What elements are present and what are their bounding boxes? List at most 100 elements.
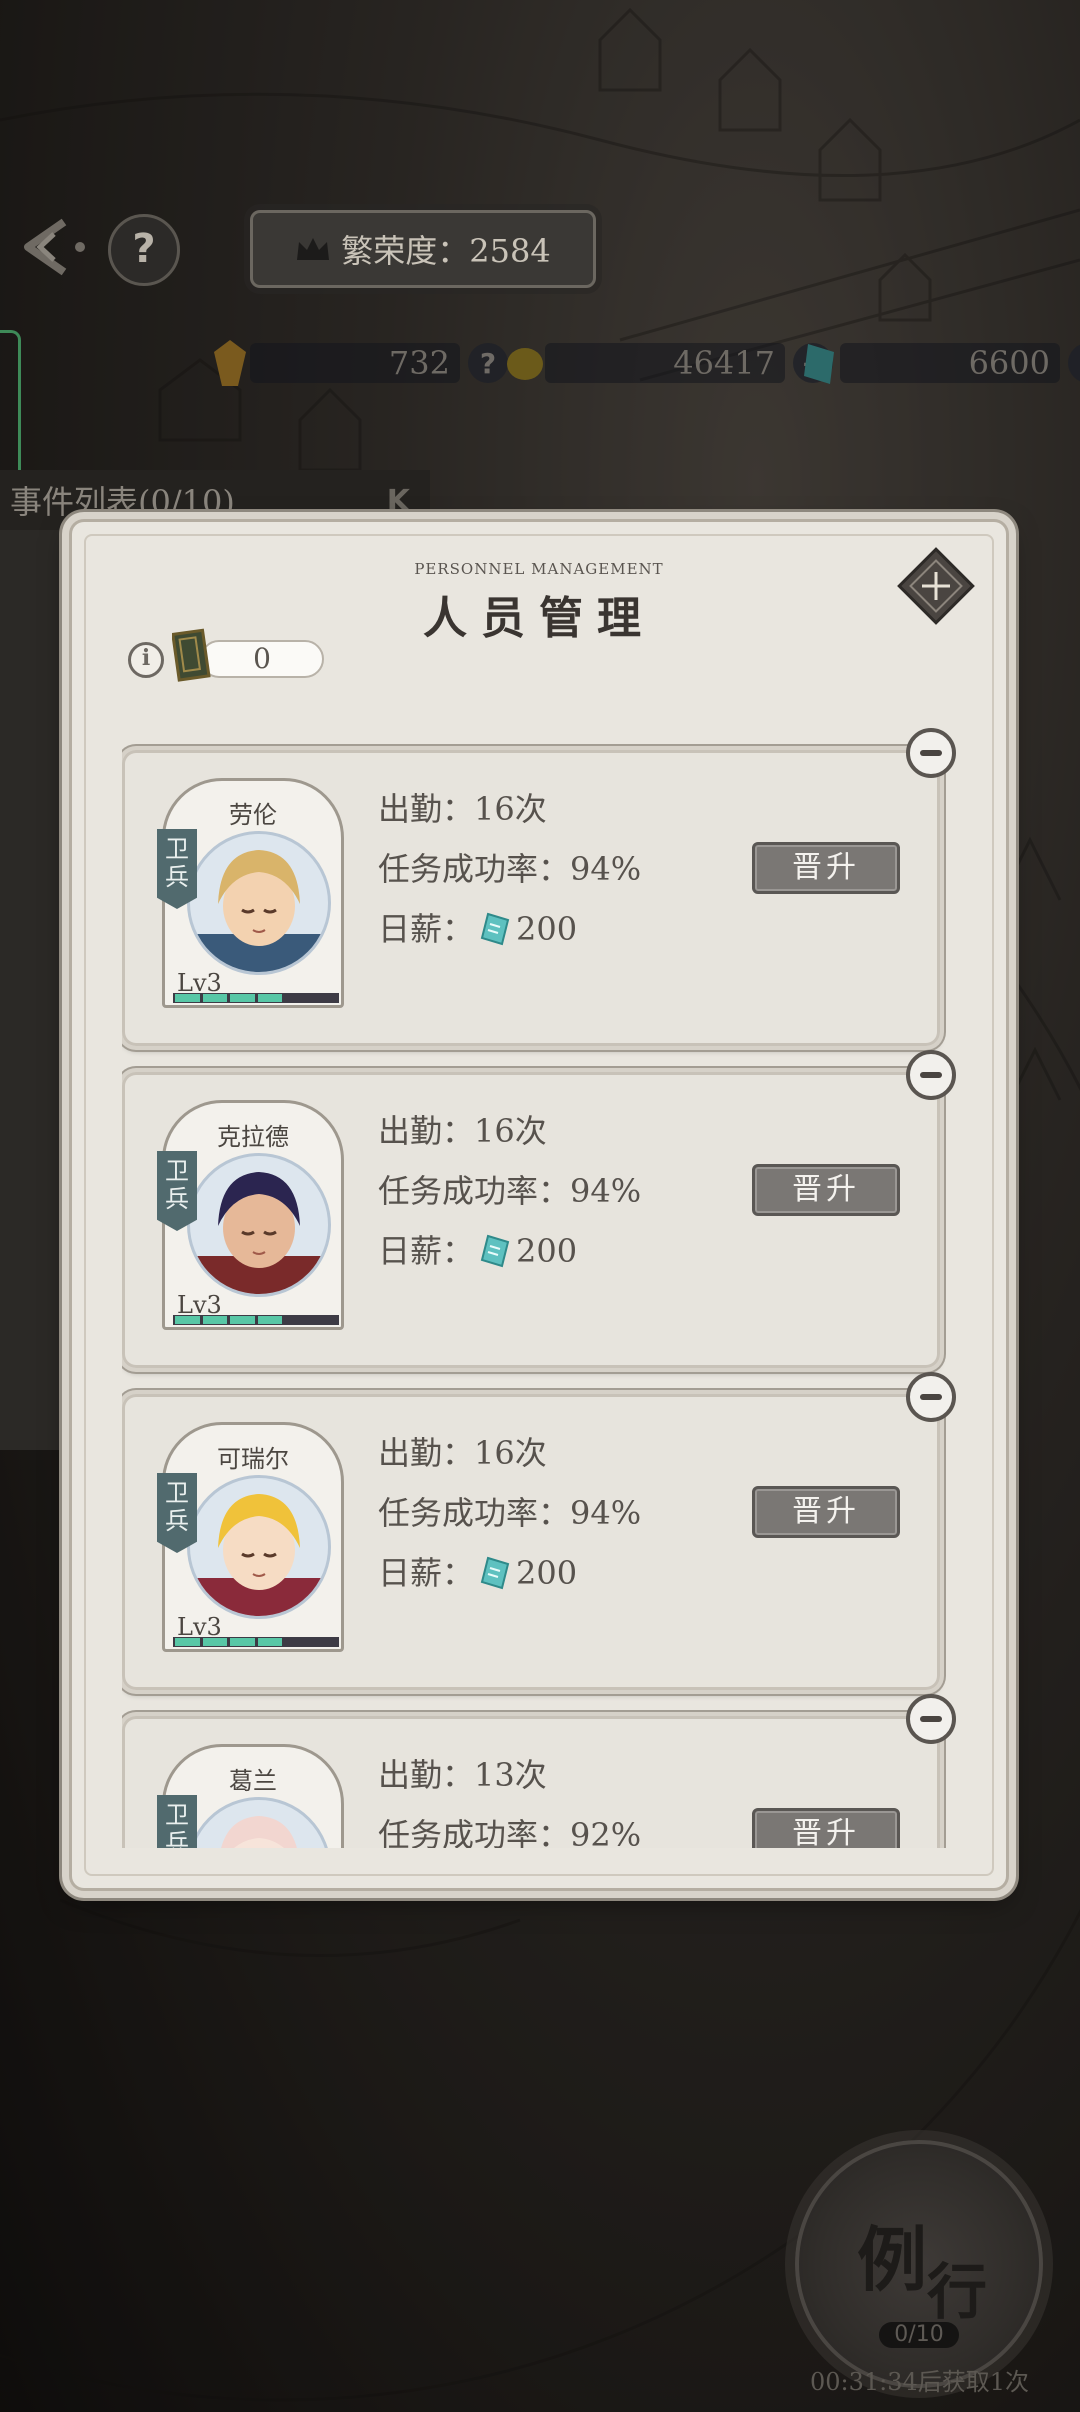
- character-face-icon: [190, 850, 328, 972]
- xp-bar: [173, 1637, 339, 1647]
- help-button[interactable]: ?: [108, 214, 180, 286]
- success-rate-stat: 任务成功率：94%: [378, 850, 642, 888]
- attendance-stat: 出勤：13次: [378, 1756, 547, 1794]
- personnel-management-dialog: PERSONNEL MANAGEMENT 人员管理 i 0 劳伦 卫兵 Lv3 …: [72, 522, 1006, 1888]
- xp-segment: [202, 1316, 227, 1324]
- ticket-help-button[interactable]: ?: [1068, 343, 1080, 383]
- success-rate-stat: 任务成功率：94%: [378, 1172, 642, 1210]
- event-list-label: 事件列表(0/10): [10, 483, 235, 521]
- ticket-icon: [480, 912, 510, 946]
- remove-personnel-button[interactable]: [906, 1372, 956, 1422]
- promote-button[interactable]: 晋升: [752, 842, 900, 894]
- salary-value: 200: [516, 1554, 578, 1592]
- gold-value: 46417: [673, 344, 775, 382]
- remove-personnel-button[interactable]: [906, 1050, 956, 1100]
- close-button[interactable]: [896, 546, 976, 626]
- attendance-stat: 出勤：16次: [378, 1112, 547, 1150]
- gem-icon: [214, 340, 246, 386]
- character-portrait: [187, 1153, 331, 1297]
- personnel-name: 葛兰: [229, 1767, 277, 1795]
- book-icon: [172, 628, 211, 682]
- success-rate-stat: 任务成功率：94%: [378, 1494, 642, 1532]
- character-face-icon: [190, 1172, 328, 1294]
- book-counter: 0: [200, 640, 324, 678]
- salary-stat: 日薪： 200: [378, 904, 577, 950]
- collapse-icon[interactable]: K: [387, 484, 410, 519]
- routine-count: 0/10: [879, 2322, 959, 2348]
- personnel-card: 可瑞尔 卫兵 Lv3 出勤：16次 任务成功率：94% 日薪： 200 晋升: [122, 1372, 956, 1690]
- routine-char-1: 例: [857, 2218, 927, 2301]
- promote-button[interactable]: 晋升: [752, 1808, 900, 1848]
- routine-char-2: 行: [927, 2258, 987, 2328]
- character-portrait: [187, 1475, 331, 1619]
- personnel-card: 葛兰 卫兵 Lv3 出勤：13次 任务成功率：92% 日薪：200 晋升: [122, 1694, 956, 1848]
- xp-segment: [257, 994, 282, 1002]
- salary-stat: 日薪： 200: [378, 1548, 577, 1594]
- back-arrow-icon[interactable]: [14, 212, 94, 282]
- portrait-frame[interactable]: 可瑞尔 卫兵 Lv3: [157, 1422, 344, 1652]
- remove-personnel-button[interactable]: [906, 728, 956, 778]
- personnel-name: 劳伦: [229, 801, 277, 829]
- xp-segment: [175, 1316, 200, 1324]
- salary-label: 日薪：: [378, 910, 475, 948]
- attendance-stat: 出勤：16次: [378, 1434, 547, 1472]
- xp-bar: [173, 1315, 339, 1325]
- xp-segment: [312, 1638, 337, 1646]
- left-drawer-handle[interactable]: [0, 330, 21, 486]
- xp-segment: [175, 994, 200, 1002]
- prosperity-value: 繁荣度：2584: [341, 232, 551, 270]
- xp-segment: [230, 1638, 255, 1646]
- xp-segment: [285, 1316, 310, 1324]
- character-face-icon: [221, 1816, 297, 1848]
- portrait-frame[interactable]: 劳伦 卫兵 Lv3: [157, 778, 344, 1008]
- xp-segment: [230, 1316, 255, 1324]
- personnel-card: 克拉德 卫兵 Lv3 出勤：16次 任务成功率：94% 日薪： 200 晋升: [122, 1050, 956, 1368]
- role-tag: 卫兵: [157, 829, 197, 909]
- promote-button[interactable]: 晋升: [752, 1486, 900, 1538]
- routine-timer: 00:31:34后获取1次: [810, 2368, 1030, 2396]
- personnel-card: 劳伦 卫兵 Lv3 出勤：16次 任务成功率：94% 日薪： 200 晋升: [122, 728, 956, 1046]
- prosperity-badge: 繁荣度：2584: [250, 210, 596, 288]
- gold-coin-icon: [507, 348, 543, 380]
- role-tag: 卫兵: [157, 1795, 197, 1848]
- character-portrait: [187, 831, 331, 975]
- remove-personnel-button[interactable]: [906, 1694, 956, 1744]
- crown-icon: [297, 238, 330, 260]
- salary-value: 200: [516, 1232, 578, 1270]
- resource-gold: 46417 +: [505, 340, 833, 386]
- resource-ticket: 6600 ?: [800, 340, 1080, 386]
- xp-segment: [175, 1638, 200, 1646]
- xp-segment: [257, 1316, 282, 1324]
- xp-segment: [202, 994, 227, 1002]
- portrait-frame[interactable]: 葛兰 卫兵 Lv3: [157, 1744, 344, 1848]
- attendance-stat: 出勤：16次: [378, 790, 547, 828]
- event-list-tab[interactable]: 事件列表(0/10) K: [0, 470, 430, 530]
- ticket-icon: [480, 1556, 510, 1590]
- ticket-icon: [480, 1234, 510, 1268]
- portrait-frame[interactable]: 克拉德 卫兵 Lv3: [157, 1100, 344, 1330]
- xp-segment: [312, 1316, 337, 1324]
- info-icon[interactable]: i: [128, 642, 164, 678]
- personnel-list[interactable]: 劳伦 卫兵 Lv3 出勤：16次 任务成功率：94% 日薪： 200 晋升 克拉德: [122, 728, 962, 1848]
- salary-value: 200: [516, 910, 578, 948]
- character-portrait: [187, 1797, 331, 1848]
- dialog-title: 人员管理: [423, 593, 655, 644]
- xp-segment: [230, 994, 255, 1002]
- xp-segment: [285, 994, 310, 1002]
- promote-button[interactable]: 晋升: [752, 1164, 900, 1216]
- role-tag: 卫兵: [157, 1151, 197, 1231]
- routine-button[interactable]: 例 行 0/10: [795, 2140, 1043, 2388]
- event-list-panel: [0, 530, 80, 1450]
- salary-stat: 日薪： 200: [378, 1226, 577, 1272]
- xp-segment: [285, 1638, 310, 1646]
- dialog-subtitle: PERSONNEL MANAGEMENT: [414, 560, 664, 578]
- xp-segment: [312, 994, 337, 1002]
- xp-segment: [202, 1638, 227, 1646]
- role-tag: 卫兵: [157, 1473, 197, 1553]
- xp-segment: [257, 1638, 282, 1646]
- ticket-icon: [804, 344, 834, 384]
- ticket-value: 6600: [968, 344, 1050, 382]
- gem-help-button[interactable]: ?: [468, 343, 508, 383]
- personnel-name: 可瑞尔: [217, 1445, 289, 1473]
- resource-gem: 732 ?: [210, 340, 508, 386]
